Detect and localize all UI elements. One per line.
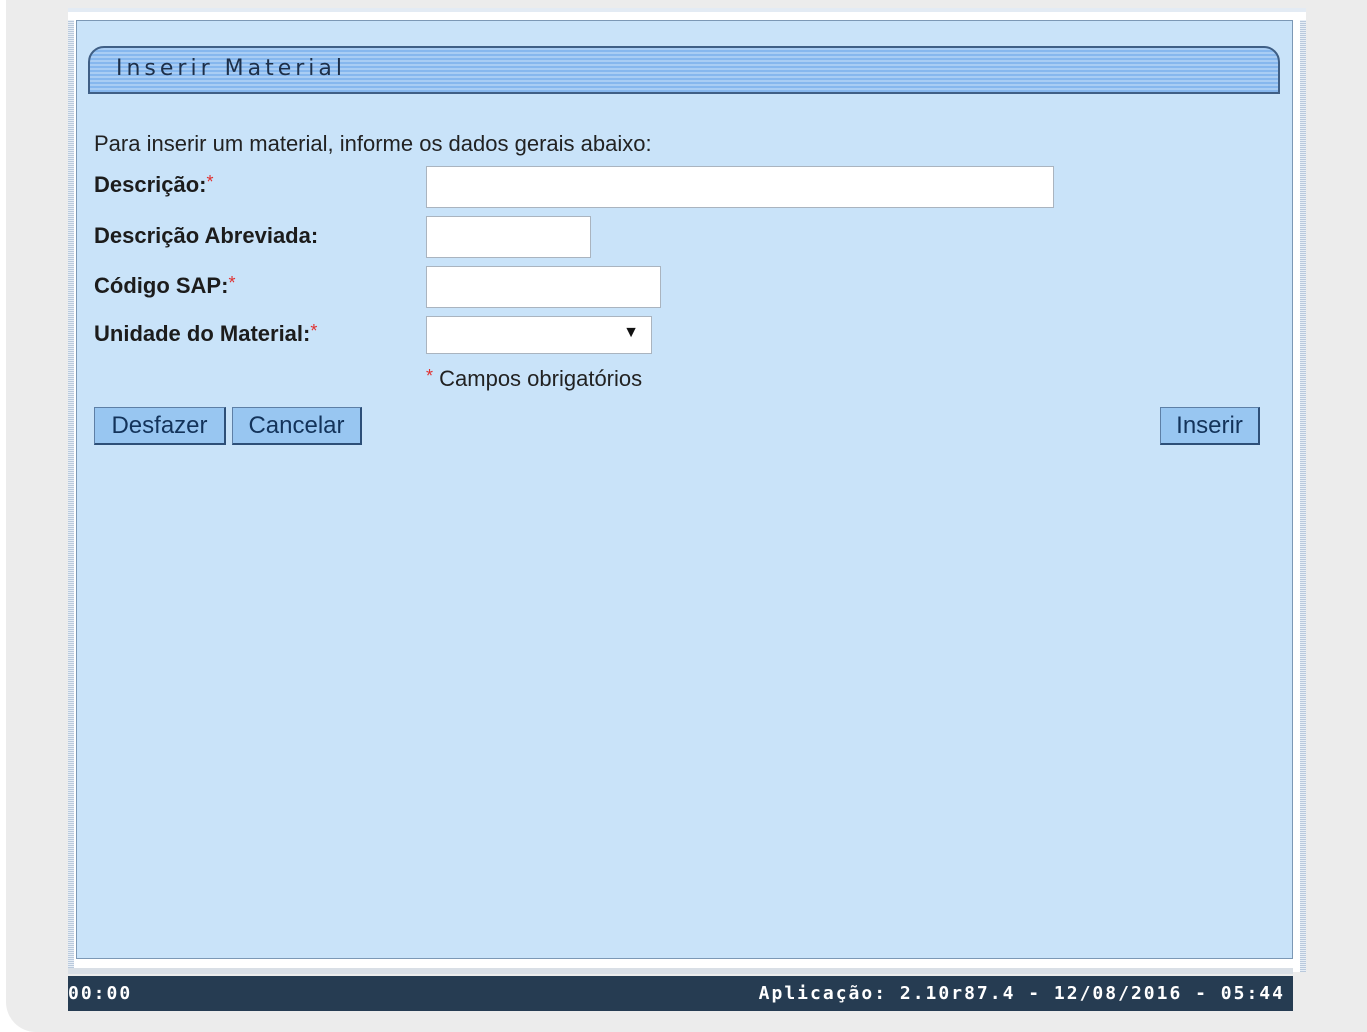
- required-marker: *: [228, 273, 236, 293]
- status-time: 00:00: [68, 983, 133, 1004]
- status-app-version: Aplicação: 2.10r87.4 - 12/08/2016 - 05:4…: [758, 983, 1285, 1004]
- desfazer-button[interactable]: Desfazer: [94, 407, 226, 445]
- descricao-abreviada-input[interactable]: [426, 216, 591, 258]
- intro-text: Para inserir um material, informe os dad…: [94, 131, 652, 156]
- left-border-stripe: [68, 20, 74, 972]
- top-divider: [68, 8, 1306, 12]
- required-fields-note-text: Campos obrigatórios: [439, 366, 643, 391]
- cancelar-button[interactable]: Cancelar: [232, 407, 362, 445]
- form-panel: [76, 20, 1293, 959]
- descricao-abreviada-label: Descrição Abreviada:: [94, 223, 318, 249]
- status-bar-divider: [68, 968, 1293, 974]
- descricao-abreviada-label-text: Descrição Abreviada:: [94, 223, 319, 248]
- unidade-select[interactable]: ▼: [426, 316, 652, 354]
- required-marker: *: [426, 366, 434, 386]
- codigo-sap-input[interactable]: [426, 266, 661, 308]
- unidade-label: Unidade do Material:*: [94, 321, 317, 347]
- descricao-input[interactable]: [426, 166, 1054, 208]
- right-border-stripe: [1300, 20, 1306, 972]
- unidade-label-text: Unidade do Material:: [94, 321, 311, 346]
- page-title: Inserir Material: [116, 56, 346, 81]
- inserir-button[interactable]: Inserir: [1160, 407, 1260, 445]
- codigo-sap-label-text: Código SAP:: [94, 273, 229, 298]
- required-marker: *: [206, 172, 214, 192]
- required-fields-note: * Campos obrigatórios: [426, 366, 642, 392]
- status-bar: 00:00 Aplicação: 2.10r87.4 - 12/08/2016 …: [68, 976, 1293, 1011]
- required-marker: *: [310, 321, 318, 341]
- dropdown-arrow-icon: ▼: [623, 324, 639, 341]
- descricao-label-text: Descrição:: [94, 172, 207, 197]
- descricao-label: Descrição:*: [94, 172, 214, 198]
- codigo-sap-label: Código SAP:*: [94, 273, 235, 299]
